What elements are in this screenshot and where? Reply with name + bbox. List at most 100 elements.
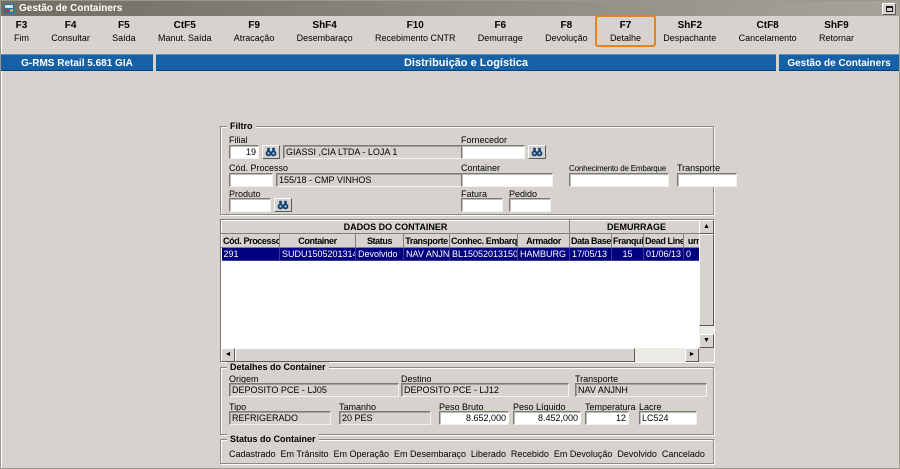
container-data-grid: DADOS DO CONTAINERDEMURRAGECód. Processo… bbox=[220, 219, 715, 363]
window-restore-button[interactable] bbox=[882, 3, 896, 15]
lacre-field: LC524 bbox=[639, 411, 697, 425]
grid-viewport: DADOS DO CONTAINERDEMURRAGECód. Processo… bbox=[221, 220, 699, 348]
grid-column-header[interactable]: Transporte bbox=[404, 234, 450, 248]
grid-column-header[interactable]: Franquia bbox=[612, 234, 644, 248]
toolbar-button-label: Recebimento CNTR bbox=[375, 33, 456, 43]
grid-column-header[interactable]: Data Base bbox=[570, 234, 612, 248]
toolbar-button-shf4[interactable]: ShF4 Desembaraço bbox=[292, 19, 358, 44]
grid-cell: 291 bbox=[222, 248, 280, 261]
toolbar-button-shf9[interactable]: ShF9Retornar bbox=[814, 19, 859, 44]
peso-liquido-field: 8.452,000 bbox=[513, 411, 581, 425]
tipo-field: REFRIGERADO bbox=[229, 411, 331, 425]
filtro-legend: Filtro bbox=[227, 121, 256, 131]
grid-cell: 01/06/13 bbox=[644, 248, 684, 261]
screen-title: Gestão de Containers bbox=[779, 54, 899, 71]
toolbar-key-label: F4 bbox=[65, 20, 77, 31]
toolbar-button-label: Desembaraço bbox=[297, 33, 353, 43]
grid-column-header[interactable]: urr bbox=[684, 234, 699, 248]
toolbar-button-f3[interactable]: F3 Fim bbox=[9, 19, 34, 44]
status-legend-item: Cancelado bbox=[662, 449, 705, 459]
scroll-left-button[interactable]: ◄ bbox=[221, 348, 235, 362]
toolbar-key-label: CtF8 bbox=[757, 20, 779, 31]
app-header-bar: G-RMS Retail 5.681 GIA Distribuição e Lo… bbox=[1, 54, 899, 71]
toolbar-key-label: ShF4 bbox=[312, 20, 336, 31]
grid-column-header[interactable]: Dead Line bbox=[644, 234, 684, 248]
app-version-label: G-RMS Retail 5.681 GIA bbox=[1, 54, 153, 71]
toolbar-button-label: Detalhe bbox=[610, 33, 641, 43]
restore-icon bbox=[886, 6, 893, 12]
status-legend-item: Em Trânsito bbox=[280, 449, 328, 459]
produto-input[interactable] bbox=[229, 198, 271, 212]
scroll-down-button[interactable]: ▼ bbox=[699, 334, 714, 348]
horizontal-scrollbar[interactable]: ◄ ► bbox=[221, 348, 699, 362]
filial-label: Filial bbox=[229, 135, 248, 145]
fornecedor-search-button[interactable] bbox=[528, 145, 546, 159]
toolbar-key-label: F10 bbox=[407, 20, 424, 31]
toolbar-button-f10[interactable]: F10 Recebimento CNTR bbox=[370, 19, 461, 44]
toolbar-button-label: Fim bbox=[14, 33, 29, 43]
detalhes-legend: Detalhes do Container bbox=[227, 362, 329, 372]
filial-code-input[interactable] bbox=[229, 145, 259, 159]
grid-column-header[interactable]: Conhec. Embarque bbox=[450, 234, 518, 248]
vertical-scrollbar[interactable]: ▲ ▼ bbox=[699, 220, 714, 348]
grid-column-header[interactable]: Container bbox=[280, 234, 356, 248]
horizontal-scrollbar-thumb[interactable] bbox=[235, 348, 635, 362]
toolbar-button-f8[interactable]: F8 Devolução bbox=[540, 19, 593, 44]
status-groupbox: Status do Container CadastradoEm Trânsit… bbox=[220, 439, 714, 464]
toolbar-key-label: F6 bbox=[494, 20, 506, 31]
grid-column-header[interactable]: Status bbox=[356, 234, 404, 248]
grid-cell: 15 bbox=[612, 248, 644, 261]
toolbar-button-shf2[interactable]: ShF2 Despachante bbox=[658, 19, 721, 44]
grid-cell: 0 bbox=[684, 248, 699, 261]
fornecedor-label: Fornecedor bbox=[461, 135, 507, 145]
toolbar-key-label: CtF5 bbox=[174, 20, 196, 31]
toolbar-button-f4[interactable]: F4Consultar bbox=[46, 19, 95, 44]
toolbar-button-f9[interactable]: F9Atracação bbox=[229, 19, 280, 44]
grid-row[interactable]: 291SUDU15052013142DevolvidoNAV ANJNHBL15… bbox=[222, 248, 700, 261]
pedido-input[interactable] bbox=[509, 198, 551, 212]
cod-processo-input[interactable] bbox=[229, 173, 273, 187]
toolbar-key-label: F8 bbox=[561, 20, 573, 31]
toolbar-button-label: Despachante bbox=[663, 33, 716, 43]
container-input[interactable] bbox=[461, 173, 553, 187]
toolbar-button-label: Demurrage bbox=[478, 33, 523, 43]
scroll-right-button[interactable]: ► bbox=[685, 348, 699, 362]
scrollbar-corner bbox=[699, 348, 714, 362]
status-legend-item: Liberado bbox=[471, 449, 506, 459]
vertical-scrollbar-thumb[interactable] bbox=[699, 234, 714, 326]
processo-descricao-field: 155/18 - CMP VINHOS bbox=[276, 173, 466, 187]
grid-table: DADOS DO CONTAINERDEMURRAGECód. Processo… bbox=[221, 220, 699, 261]
produto-search-button[interactable] bbox=[274, 198, 292, 212]
container-label: Container bbox=[461, 163, 500, 173]
toolbar-key-label: ShF2 bbox=[678, 20, 702, 31]
grid-cell: Devolvido bbox=[356, 248, 404, 261]
toolbar-button-label: Cancelamento bbox=[739, 33, 797, 43]
scroll-up-button[interactable]: ▲ bbox=[699, 220, 714, 234]
status-legend-item: Cadastrado bbox=[229, 449, 276, 459]
grid-cell: HAMBURG SU bbox=[518, 248, 570, 261]
toolbar-button-f6[interactable]: F6 Demurrage bbox=[473, 19, 528, 44]
fatura-input[interactable] bbox=[461, 198, 503, 212]
grid-column-header[interactable]: Armador bbox=[518, 234, 570, 248]
toolbar-button-label: Devolução bbox=[545, 33, 588, 43]
destino-field: DEPOSITO PCE - LJ12 bbox=[401, 383, 569, 397]
grid-column-header[interactable]: Cód. Processo bbox=[222, 234, 280, 248]
origem-field: DEPOSITO PCE - LJ05 bbox=[229, 383, 399, 397]
transporte-filter-label: Transporte bbox=[677, 163, 720, 173]
status-legend-row: CadastradoEm TrânsitoEm OperaçãoEm Desem… bbox=[229, 449, 705, 459]
fornecedor-input[interactable] bbox=[461, 145, 525, 159]
grid-cell: NAV ANJNH bbox=[404, 248, 450, 261]
toolbar-key-label: F3 bbox=[16, 20, 28, 31]
toolbar-button-f5[interactable]: F5Saída bbox=[107, 19, 141, 44]
search-binoculars-icon bbox=[277, 200, 289, 210]
transporte-filter-input[interactable] bbox=[677, 173, 737, 187]
grid-cell: BL150520131502 bbox=[450, 248, 518, 261]
conhecimento-embarque-input[interactable] bbox=[569, 173, 669, 187]
toolbar-button-ctf5[interactable]: CtF5Manut. Saída bbox=[153, 19, 217, 44]
filial-search-button[interactable] bbox=[262, 145, 280, 159]
window-title: Gestão de Containers bbox=[19, 1, 878, 16]
toolbar-button-ctf8[interactable]: CtF8 Cancelamento bbox=[734, 19, 802, 44]
toolbar-button-f7[interactable]: F7Detalhe bbox=[605, 19, 646, 44]
grid-group-header: DEMURRAGE bbox=[570, 221, 699, 234]
detalhes-groupbox: Detalhes do Container Origem DEPOSITO PC… bbox=[220, 367, 714, 435]
